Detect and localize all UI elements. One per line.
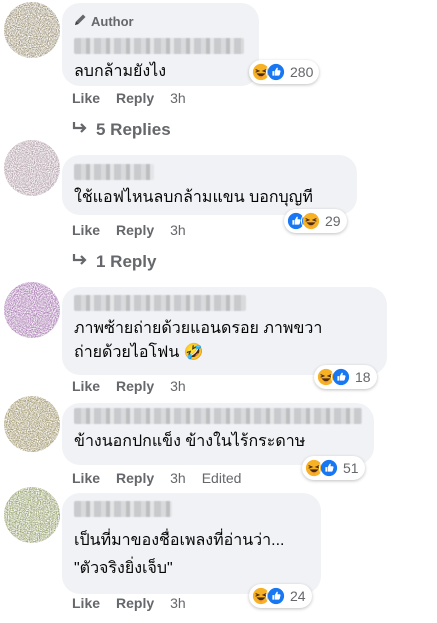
reply-arrow-icon (72, 252, 88, 272)
reply-arrow-icon (72, 120, 88, 140)
commenter-name-blurred[interactable] (74, 408, 362, 424)
pencil-icon (74, 13, 87, 29)
edited-label[interactable]: Edited (202, 470, 242, 486)
comment-bubble: Author ลบกล้ามยังไง (62, 3, 259, 86)
like-reaction-icon (266, 586, 286, 606)
comment-actions: Like Reply 3h (72, 595, 186, 611)
reaction-count: 280 (290, 64, 314, 80)
commenter-name-blurred[interactable] (74, 38, 244, 54)
reply-button[interactable]: Reply (116, 90, 154, 106)
reaction-summary[interactable]: 51 (302, 456, 365, 480)
reaction-summary[interactable]: 280 (249, 60, 320, 84)
comment-actions: Like Reply 3h (72, 378, 186, 394)
commenter-name-blurred[interactable] (74, 501, 172, 517)
timestamp[interactable]: 3h (170, 90, 186, 106)
reaction-summary[interactable]: 18 (314, 365, 377, 389)
timestamp[interactable]: 3h (170, 222, 186, 238)
reply-button[interactable]: Reply (116, 378, 154, 394)
reply-button[interactable]: Reply (116, 470, 154, 486)
comment-text: ข้างนอกปกแข็ง ข้างในไร้กระดาษ (74, 433, 306, 450)
comment-text: ลบกล้ามยังไง (74, 63, 167, 80)
reply-button[interactable]: Reply (116, 595, 154, 611)
comment-text: ใช้แอฟไหนลบกล้ามแขน บอกบุญที (74, 189, 313, 206)
author-badge: Author (74, 12, 247, 30)
haha-reaction-icon (301, 211, 321, 231)
like-button[interactable]: Like (72, 470, 100, 486)
view-replies-button[interactable]: 5 Replies (72, 120, 171, 140)
reaction-summary[interactable]: 24 (249, 584, 312, 608)
commenter-name-blurred[interactable] (74, 295, 246, 311)
commenter-name-blurred[interactable] (74, 164, 154, 180)
like-reaction-icon (319, 458, 339, 478)
avatar[interactable] (4, 396, 60, 452)
reaction-count: 18 (355, 369, 371, 385)
timestamp[interactable]: 3h (170, 595, 186, 611)
avatar[interactable] (4, 282, 60, 338)
comment-bubble: ภาพซ้ายถ่ายด้วยแอนดรอย ภาพขวา ถ่ายด้วยไอ… (62, 287, 387, 375)
avatar[interactable] (4, 140, 60, 196)
replies-label: 5 Replies (96, 120, 171, 139)
timestamp[interactable]: 3h (170, 470, 186, 486)
comment-text: ภาพซ้ายถ่ายด้วยแอนดรอย ภาพขวา ถ่ายด้วยไอ… (74, 320, 323, 361)
like-button[interactable]: Like (72, 90, 100, 106)
replies-label: 1 Reply (96, 252, 157, 271)
comment-actions: Like Reply 3h (72, 222, 186, 238)
comment-actions: Like Reply 3h Edited (72, 470, 241, 486)
like-button[interactable]: Like (72, 378, 100, 394)
reply-button[interactable]: Reply (116, 222, 154, 238)
reaction-summary[interactable]: 29 (284, 209, 347, 233)
comment-text: เป็นที่มาของชื่อเพลงที่อ่านว่า... "ตัวจร… (74, 532, 285, 577)
like-button[interactable]: Like (72, 595, 100, 611)
like-reaction-icon (266, 62, 286, 82)
reaction-count: 24 (290, 588, 306, 604)
timestamp[interactable]: 3h (170, 378, 186, 394)
reaction-count: 29 (325, 213, 341, 229)
reaction-count: 51 (343, 460, 359, 476)
like-reaction-icon (331, 367, 351, 387)
comment-bubble: เป็นที่มาของชื่อเพลงที่อ่านว่า... "ตัวจร… (62, 493, 321, 594)
avatar[interactable] (4, 487, 60, 543)
comment-bubble: ใช้แอฟไหนลบกล้ามแขน บอกบุญที (62, 155, 357, 215)
like-button[interactable]: Like (72, 222, 100, 238)
comment-actions: Like Reply 3h (72, 90, 186, 106)
view-replies-button[interactable]: 1 Reply (72, 252, 156, 272)
avatar[interactable] (4, 2, 60, 58)
author-badge-label: Author (91, 13, 134, 29)
